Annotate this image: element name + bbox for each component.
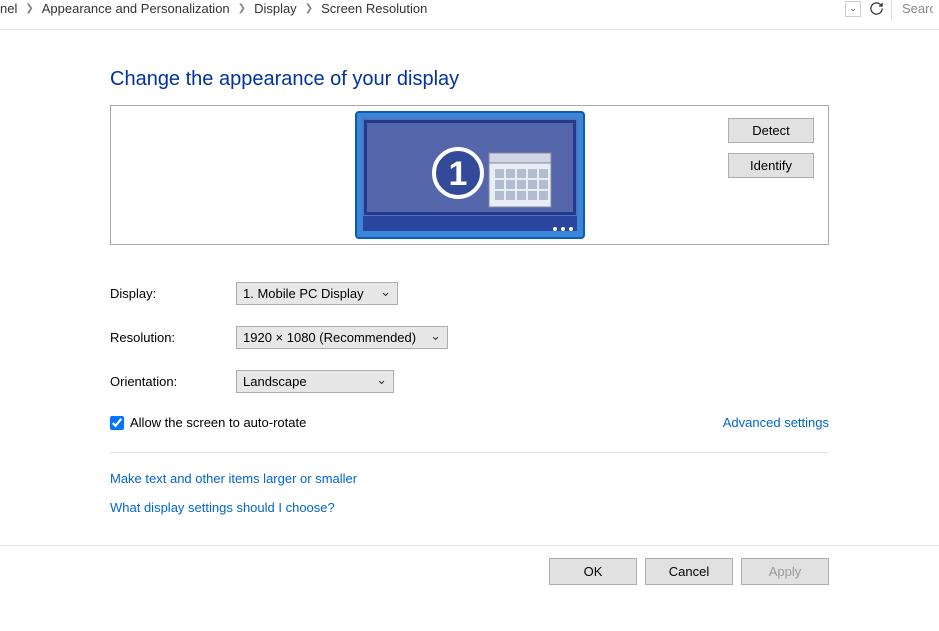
resolution-select[interactable]: 1920 × 1080 (Recommended): [236, 326, 448, 349]
cancel-button[interactable]: Cancel: [645, 558, 733, 585]
breadcrumb-item[interactable]: Display: [254, 1, 297, 16]
advanced-settings-link[interactable]: Advanced settings: [723, 415, 829, 430]
chevron-right-icon: ❯: [25, 3, 33, 14]
chevron-right-icon: ❯: [238, 3, 246, 14]
monitor-number: 1: [448, 155, 467, 193]
breadcrumb-item[interactable]: nel: [0, 1, 17, 16]
orientation-select[interactable]: Landscape: [236, 370, 394, 393]
breadcrumb-item[interactable]: Screen Resolution: [321, 1, 427, 16]
display-preview-panel: Detect Identify 1: [110, 105, 829, 245]
ok-button[interactable]: OK: [549, 558, 637, 585]
text-scaling-link[interactable]: Make text and other items larger or smal…: [110, 471, 829, 486]
orientation-label: Orientation:: [110, 374, 236, 389]
search-input[interactable]: Searc: [891, 0, 933, 21]
apply-button[interactable]: Apply: [741, 558, 829, 585]
history-dropdown-button[interactable]: ⌄: [845, 1, 861, 17]
page-title: Change the appearance of your display: [110, 68, 829, 91]
address-bar-controls: ⌄ Searc: [845, 0, 933, 21]
resolution-label: Resolution:: [110, 330, 236, 345]
main-content: Change the appearance of your display De…: [0, 30, 939, 515]
display-help-link[interactable]: What display settings should I choose?: [110, 500, 829, 515]
detect-button[interactable]: Detect: [728, 118, 814, 143]
breadcrumb: nel ❯ Appearance and Personalization ❯ D…: [0, 1, 839, 16]
address-bar: nel ❯ Appearance and Personalization ❯ D…: [0, 0, 939, 30]
display-select[interactable]: 1. Mobile PC Display: [236, 282, 398, 305]
refresh-icon[interactable]: [867, 0, 885, 18]
monitor-icon[interactable]: 1: [355, 111, 585, 239]
auto-rotate-checkbox[interactable]: [110, 416, 124, 430]
display-label: Display:: [110, 286, 236, 301]
dialog-footer: OK Cancel Apply: [0, 545, 939, 585]
breadcrumb-item[interactable]: Appearance and Personalization: [42, 1, 230, 16]
chevron-right-icon: ❯: [305, 3, 313, 14]
identify-button[interactable]: Identify: [728, 153, 814, 178]
auto-rotate-label: Allow the screen to auto-rotate: [130, 415, 306, 430]
